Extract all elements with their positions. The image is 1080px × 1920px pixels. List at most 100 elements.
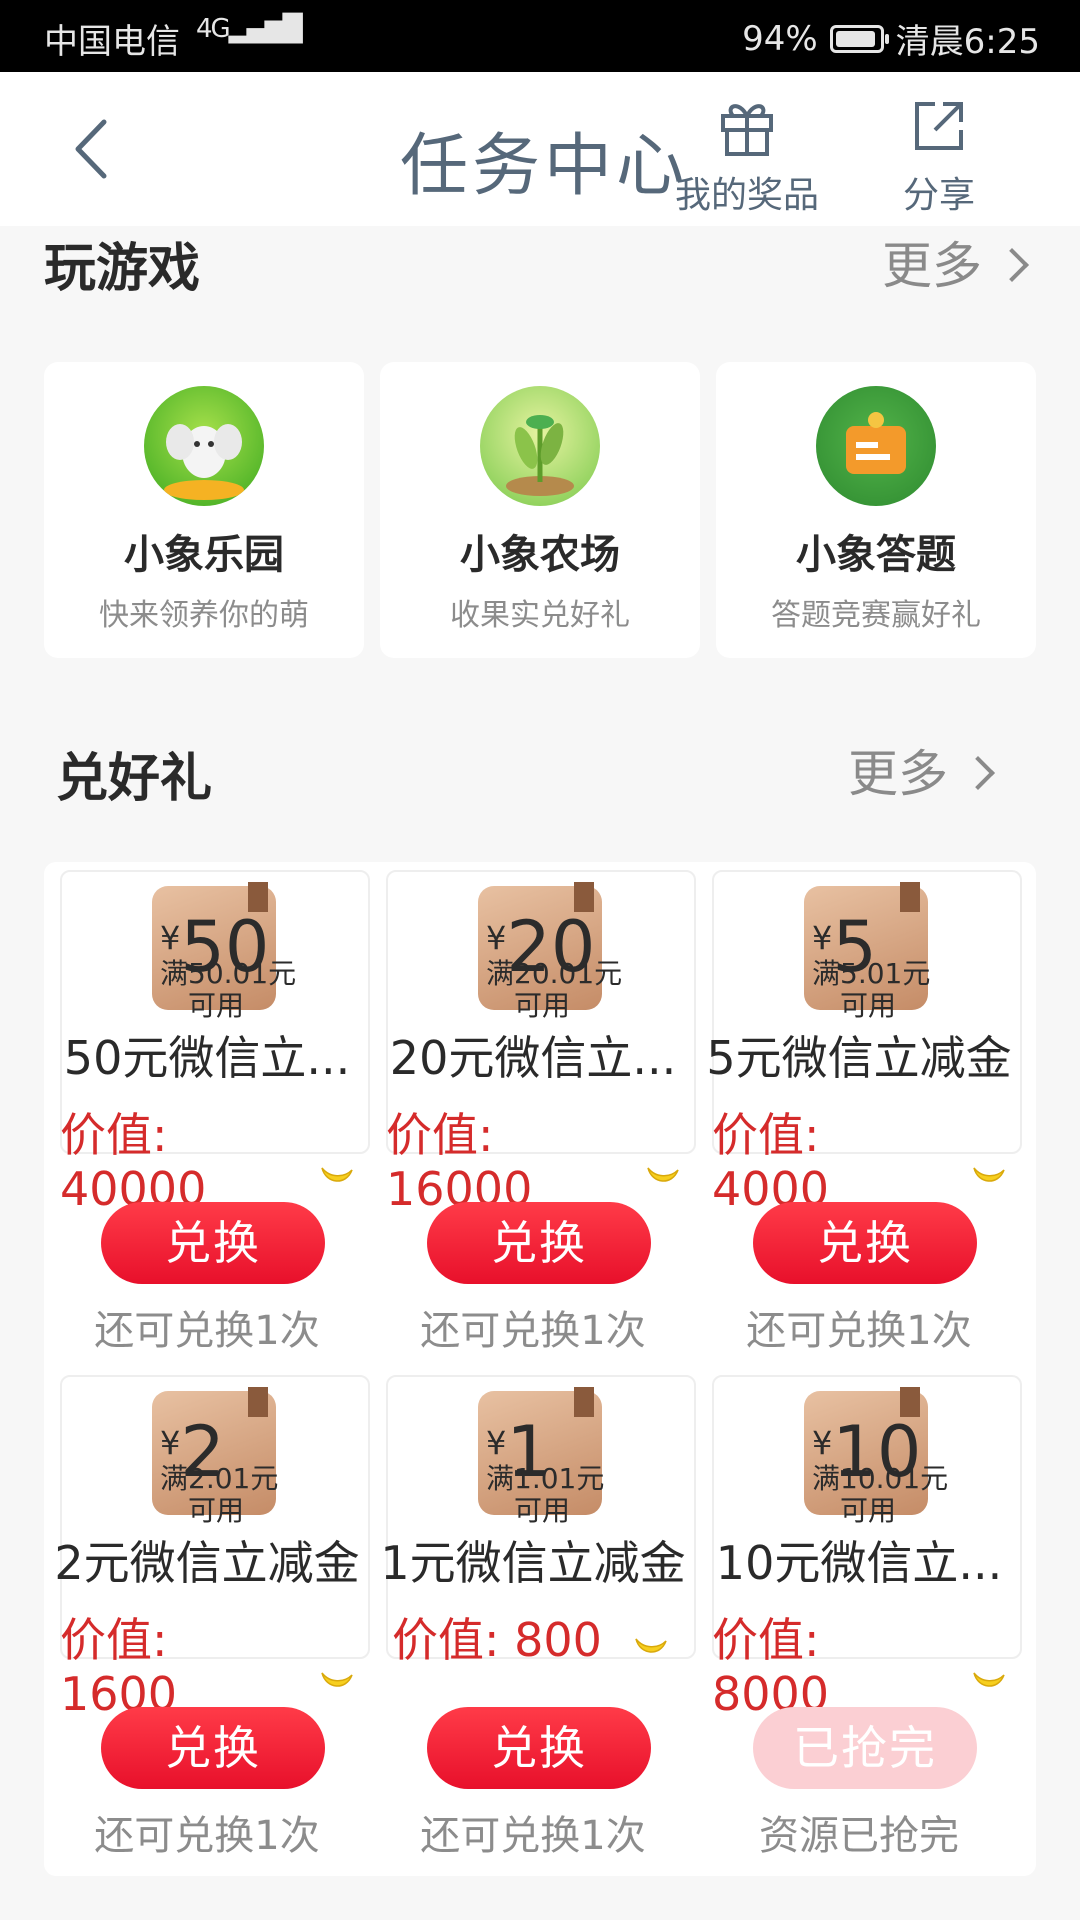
game-card-elephant-park[interactable]: 小象乐园 快来领养你的萌 bbox=[44, 362, 364, 658]
game-name: 小象答题 bbox=[796, 532, 956, 578]
item-title: 1元微信立减金 bbox=[380, 1536, 686, 1590]
exchange-item: ¥2 满2.01元 可用 2元微信立减金 价值: 1600 兑换 还可兑换1次 bbox=[44, 1367, 370, 1872]
gift-icon bbox=[721, 104, 773, 156]
item-title: 20元微信立... bbox=[389, 1031, 677, 1085]
sold-out-button: 已抢完 bbox=[753, 1707, 977, 1789]
coupon-condition-usable: 可用 bbox=[188, 1494, 245, 1527]
exchange-item: ¥50 满50.01元 可用 50元微信立... 价值: 40000 兑换 还可兑… bbox=[44, 862, 370, 1367]
battery-icon bbox=[829, 24, 889, 53]
game-name: 小象乐园 bbox=[124, 532, 284, 578]
share-button[interactable]: 分享 bbox=[854, 94, 1024, 218]
share-icon bbox=[915, 102, 963, 150]
banana-icon bbox=[973, 1167, 1005, 1182]
game-desc: 答题竞赛赢好礼 bbox=[771, 598, 981, 633]
currency-symbol: ¥ bbox=[160, 1424, 181, 1462]
currency-symbol: ¥ bbox=[812, 1424, 833, 1462]
games-more-link[interactable]: 更多 bbox=[882, 226, 1029, 298]
top-nav-bar: 任务中心 我的奖品 分享 bbox=[0, 72, 1080, 226]
remaining-count: 还可兑换1次 bbox=[420, 1813, 646, 1859]
game-desc: 快来领养你的萌 bbox=[99, 598, 309, 633]
value-label: 价值: bbox=[60, 1613, 168, 1667]
page-title: 任务中心 bbox=[400, 127, 689, 206]
ticket-tag bbox=[248, 1387, 268, 1417]
coupon-icon: ¥50 满50.01元 可用 bbox=[152, 882, 296, 1020]
remaining-count: 还可兑换1次 bbox=[746, 1308, 972, 1354]
currency-symbol: ¥ bbox=[486, 1424, 507, 1462]
item-title: 10元微信立... bbox=[715, 1536, 1003, 1590]
game-desc: 收果实兑好礼 bbox=[450, 598, 630, 633]
chevron-right-icon bbox=[961, 756, 995, 790]
remaining-count: 还可兑换1次 bbox=[94, 1813, 320, 1859]
item-value: 价值: 16000 bbox=[386, 1108, 646, 1214]
exchange-panel: ¥50 满50.01元 可用 50元微信立... 价值: 40000 兑换 还可兑… bbox=[44, 862, 1036, 1876]
item-value: 价值: 40000 bbox=[60, 1108, 320, 1214]
value-amount: 800 bbox=[514, 1613, 602, 1667]
banana-icon bbox=[973, 1672, 1005, 1687]
value-label: 价值: bbox=[392, 1613, 500, 1667]
coupon-icon: ¥2 满2.01元 可用 bbox=[152, 1387, 279, 1525]
chevron-right-icon bbox=[995, 248, 1029, 282]
exchange-section-title: 兑好礼 bbox=[56, 749, 213, 809]
coupon-icon: ¥5 满5.01元 可用 bbox=[804, 882, 931, 1020]
item-value: 价值: 1600 bbox=[60, 1613, 320, 1719]
share-label: 分享 bbox=[902, 175, 975, 216]
coupon-condition-usable: 可用 bbox=[514, 1494, 571, 1527]
back-button[interactable] bbox=[64, 114, 124, 184]
my-prizes-label: 我的奖品 bbox=[674, 175, 819, 216]
coupon-condition: 满1.01元 bbox=[486, 1462, 605, 1495]
item-title: 5元微信立减金 bbox=[706, 1031, 1012, 1085]
battery-percent: 94% bbox=[742, 18, 818, 59]
chevron-left-icon bbox=[75, 119, 107, 179]
game-name: 小象农场 bbox=[460, 532, 620, 578]
remaining-count: 资源已抢完 bbox=[759, 1813, 959, 1859]
currency-symbol: ¥ bbox=[812, 919, 833, 957]
coupon-condition-usable: 可用 bbox=[514, 989, 571, 1022]
ticket-tag bbox=[574, 1387, 594, 1417]
elephant-icon bbox=[144, 386, 264, 506]
exchange-button[interactable]: 兑换 bbox=[101, 1202, 325, 1284]
coupon-condition-usable: 可用 bbox=[188, 989, 245, 1022]
coupon-condition: 满50.01元 bbox=[160, 957, 297, 990]
banana-icon bbox=[321, 1167, 353, 1182]
item-value: 价值: 4000 bbox=[712, 1108, 972, 1214]
games-more-label: 更多 bbox=[882, 237, 982, 295]
bean-plant-icon bbox=[480, 386, 600, 506]
games-section-title: 玩游戏 bbox=[44, 239, 201, 299]
banana-icon bbox=[635, 1638, 667, 1653]
exchange-more-label: 更多 bbox=[848, 745, 948, 803]
status-right: 94% 清晨6:25 bbox=[742, 14, 1040, 63]
item-title: 2元微信立减金 bbox=[54, 1536, 360, 1590]
coupon-condition: 满20.01元 bbox=[486, 957, 623, 990]
exchange-item: ¥1 满1.01元 可用 1元微信立减金 价值: 800 兑换 还可兑换1次 bbox=[370, 1367, 696, 1872]
signal-icon: 4G▂▄▆█ bbox=[196, 14, 303, 44]
exchange-button[interactable]: 兑换 bbox=[753, 1202, 977, 1284]
coupon-icon: ¥20 满20.01元 可用 bbox=[478, 882, 622, 1020]
network-type: 4G bbox=[196, 14, 231, 44]
exchange-item: ¥20 满20.01元 可用 20元微信立... 价值: 16000 兑换 还可兑… bbox=[370, 862, 696, 1367]
exchange-button[interactable]: 兑换 bbox=[101, 1707, 325, 1789]
exchange-button[interactable]: 兑换 bbox=[427, 1707, 651, 1789]
game-card-elephant-quiz[interactable]: 小象答题 答题竞赛赢好礼 bbox=[716, 362, 1036, 658]
remaining-count: 还可兑换1次 bbox=[94, 1308, 320, 1354]
status-bar: 中国电信 4G▂▄▆█ 94% 清晨6:25 bbox=[0, 0, 1080, 72]
item-value: 价值: 8000 bbox=[712, 1613, 972, 1719]
my-prizes-button[interactable]: 我的奖品 bbox=[662, 94, 832, 218]
coupon-condition: 满5.01元 bbox=[812, 957, 931, 990]
coupon-condition-usable: 可用 bbox=[840, 1494, 897, 1527]
carrier-name: 中国电信 bbox=[44, 22, 180, 62]
exchange-item: ¥10 满10.01元 可用 10元微信立... 价值: 8000 已抢完 资源已… bbox=[696, 1367, 1022, 1872]
clock: 清晨6:25 bbox=[895, 22, 1040, 62]
banana-icon bbox=[321, 1672, 353, 1687]
exchange-button[interactable]: 兑换 bbox=[427, 1202, 651, 1284]
game-card-elephant-farm[interactable]: 小象农场 收果实兑好礼 bbox=[380, 362, 700, 658]
coupon-condition-usable: 可用 bbox=[840, 989, 897, 1022]
item-value: 价值: 800 bbox=[392, 1613, 632, 1667]
value-label: 价值: bbox=[712, 1613, 820, 1667]
quiz-board-icon bbox=[816, 386, 936, 506]
currency-symbol: ¥ bbox=[486, 919, 507, 957]
coupon-icon: ¥10 满10.01元 可用 bbox=[804, 1387, 948, 1525]
coupon-condition: 满2.01元 bbox=[160, 1462, 279, 1495]
exchange-item: ¥5 满5.01元 可用 5元微信立减金 价值: 4000 兑换 还可兑换1次 bbox=[696, 862, 1022, 1367]
value-label: 价值: bbox=[386, 1108, 494, 1162]
exchange-more-link[interactable]: 更多 bbox=[848, 734, 995, 806]
